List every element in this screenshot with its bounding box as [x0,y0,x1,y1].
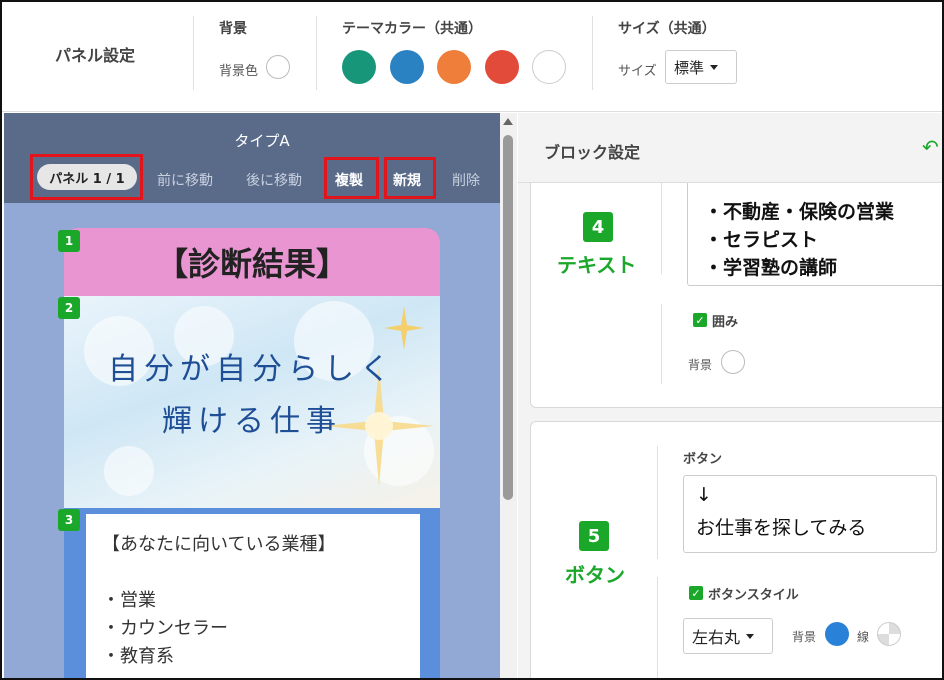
divider [657,446,658,559]
divider [193,16,194,90]
card-image-block[interactable]: 自分が自分らしく 輝ける仕事 [64,296,440,508]
theme-swatch-orange[interactable] [437,50,471,84]
text-line: ・教育系 [102,646,174,667]
theme-swatch-red[interactable] [485,50,519,84]
panel-settings-title: パネル設定 [55,46,136,65]
background-color-label: 背景色 [219,64,259,79]
caret-down-icon [746,633,755,639]
caret-down-icon [710,64,719,70]
panel-settings-bar: パネル設定 背景 背景色 テーマカラー（共通） サイズ（共通） サイズ 標準 [0,0,944,112]
size-label: サイズ [618,64,657,79]
image-text-line2: 輝ける仕事 [162,404,342,439]
move-prev-button[interactable]: 前に移動 [157,170,213,190]
block-badge-2: 2 [58,297,80,319]
highlight-box [324,157,379,199]
text-line: ・セラピスト [704,229,819,251]
block-settings-title: ブロック設定 [544,143,641,162]
divider [316,16,317,90]
block-badge-3: 3 [58,509,80,531]
bokeh-light [104,446,154,496]
type-title: タイプA [234,132,290,150]
bg-color-picker[interactable] [721,350,745,374]
button-text-field[interactable]: ↓ お仕事を探してみる [683,475,937,553]
block-type-label: ボタン [565,563,625,587]
theme-swatch-blue[interactable] [390,50,424,84]
size-select[interactable]: 標準 [665,50,737,84]
image-text-line1: 自分が自分らしく [108,352,396,387]
button-block-settings: 5 ボタン ボタン ↓ お仕事を探してみる ✓ ボタンスタイル 左右丸 背景 線 [530,421,944,680]
highlight-box [30,154,143,200]
button-shape-select[interactable]: 左右丸 [683,618,773,654]
block-settings-panel: 4 テキスト ・不動産・保険の営業 ・セラピスト ・学習塾の講師 ✓ 囲み 背景… [518,113,944,680]
background-color-picker[interactable] [266,55,290,79]
scroll-up-arrow-icon[interactable] [503,118,513,125]
button-style-label: ボタンスタイル [708,588,799,603]
text-block-settings: 4 テキスト ・不動産・保険の営業 ・セラピスト ・学習塾の講師 ✓ 囲み 背景 [530,153,944,408]
size-select-value: 標準 [674,58,705,77]
background-heading: 背景 [219,21,247,37]
theme-color-heading: テーマカラー（共通） [342,21,482,37]
button-field-label: ボタン [683,452,723,467]
text-content-field[interactable]: ・不動産・保険の営業 ・セラピスト ・学習塾の講師 [687,174,944,286]
frame-checkbox[interactable]: ✓ [693,313,707,327]
panel-card: 【診断結果】 自分が自分らしく 輝ける仕事 【あなたに向いている業種】 ・営業 … [64,228,440,680]
button-bg-color-picker[interactable] [825,622,849,646]
scrollbar-thumb[interactable] [503,135,513,500]
button-style-checkbox[interactable]: ✓ [689,586,703,600]
divider [661,304,662,384]
text-line: ・不動産・保険の営業 [704,201,895,223]
text-line: ↓ [696,484,712,506]
panel-preview: タイプA パネル 1 / 1 前に移動 後に移動 複製 新規 削除 【診断結果】… [4,113,500,680]
undo-icon[interactable]: ↶ [922,135,939,159]
card-heading[interactable]: 【診断結果】 [64,228,440,296]
text-line: ・カウンセラー [102,618,228,639]
delete-button[interactable]: 削除 [452,170,480,190]
move-next-button[interactable]: 後に移動 [246,170,302,190]
divider [657,577,658,680]
size-heading: サイズ（共通） [618,21,716,37]
frame-label: 囲み [712,315,739,330]
theme-swatch-white[interactable] [532,50,566,84]
button-bg-label: 背景 [792,630,817,644]
card-text-block[interactable]: 【あなたに向いている業種】 ・営業 ・カウンセラー ・教育系 [86,514,420,680]
text-line: 【あなたに向いている業種】 [102,534,336,555]
divider [592,16,593,90]
block-settings-header: ブロック設定 ↶ [518,113,944,183]
theme-swatch-green[interactable] [342,50,376,84]
bg-label: 背景 [688,358,713,372]
block-number-badge: 4 [583,212,613,242]
text-line: ・営業 [102,590,156,611]
preview-toolbar: タイプA パネル 1 / 1 前に移動 後に移動 複製 新規 削除 [4,113,500,203]
text-line: ・学習塾の講師 [704,257,838,279]
button-shape-value: 左右丸 [692,628,741,647]
button-line-label: 線 [857,630,870,644]
button-line-color-picker[interactable] [877,622,901,646]
highlight-box [384,157,436,199]
divider [661,174,662,274]
block-type-label: テキスト [557,253,637,277]
text-line: お仕事を探してみる [696,517,867,539]
block-badge-1: 1 [58,230,80,252]
block-number-badge: 5 [579,521,609,551]
